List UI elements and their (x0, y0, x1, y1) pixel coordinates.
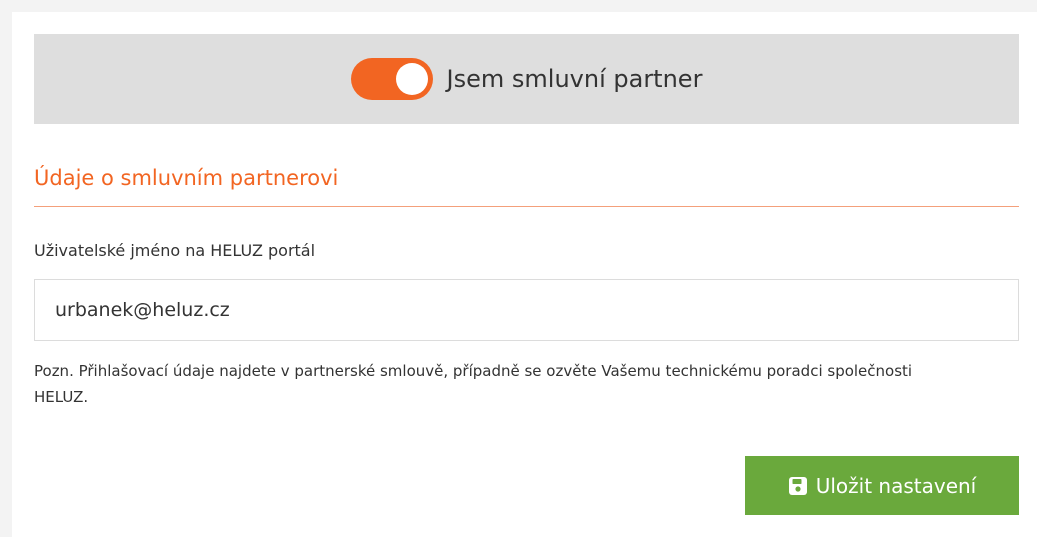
username-label: Uživatelské jméno na HELUZ portál (34, 241, 316, 260)
toggle-knob (395, 63, 428, 95)
toggle-switch[interactable] (350, 58, 433, 100)
save-settings-button[interactable]: Uložit nastavení (745, 456, 1019, 515)
partner-toggle[interactable]: Jsem smluvní partner (350, 58, 703, 100)
partner-toggle-bar: Jsem smluvní partner (34, 34, 1019, 124)
section-title: Údaje o smluvním partnerovi (34, 166, 339, 190)
toggle-label: Jsem smluvní partner (446, 65, 703, 93)
username-input[interactable] (34, 279, 1019, 341)
section-divider (34, 206, 1019, 207)
floppy-disk-icon (788, 476, 808, 496)
login-note: Pozn. Přihlašovací údaje najdete v partn… (34, 362, 913, 406)
save-button-label: Uložit nastavení (815, 473, 977, 498)
